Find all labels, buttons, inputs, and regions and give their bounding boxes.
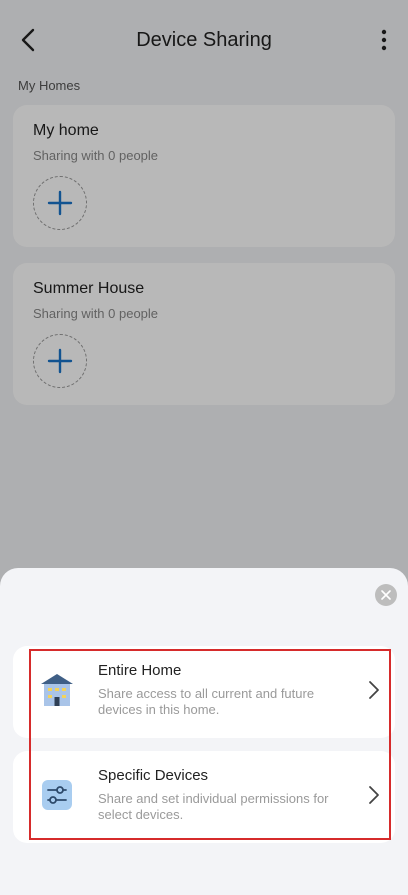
option-description: Share and set individual permissions for…	[98, 791, 329, 822]
house-icon	[41, 674, 73, 706]
option-title: Specific Devices	[98, 767, 209, 784]
option-description: Share access to all current and future d…	[98, 686, 315, 717]
sliders-icon	[42, 780, 72, 810]
option-title: Entire Home	[98, 662, 182, 679]
option-entire-home[interactable]: Entire Home Share access to all current …	[13, 646, 395, 738]
option-specific-devices[interactable]: Specific Devices Share and set individua…	[13, 751, 395, 843]
chevron-right-icon	[369, 786, 379, 804]
share-options-sheet: Entire Home Share access to all current …	[0, 568, 408, 895]
chevron-right-icon	[369, 681, 379, 699]
close-button[interactable]	[375, 584, 397, 606]
close-icon	[381, 590, 391, 600]
